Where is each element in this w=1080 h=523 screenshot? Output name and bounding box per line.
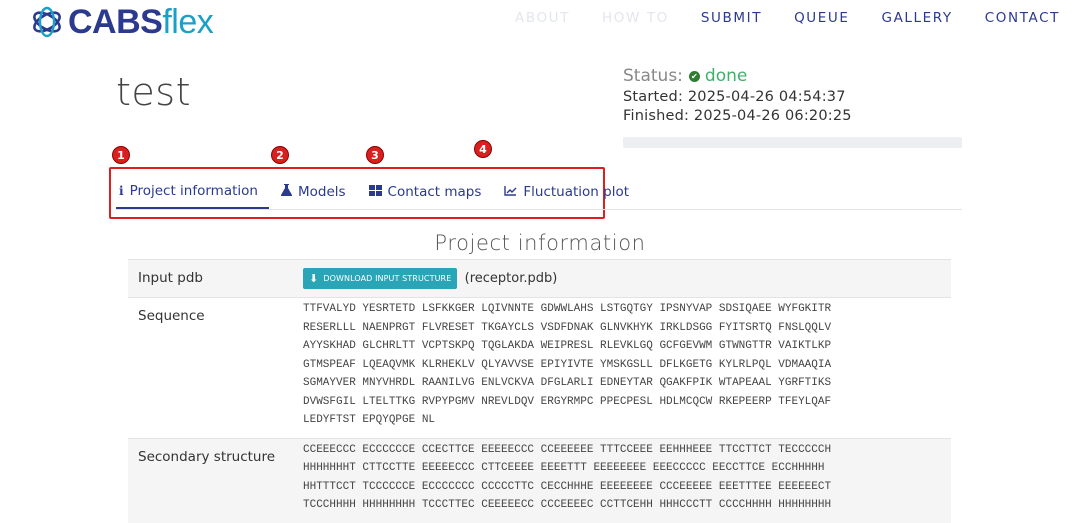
tab-contact-maps[interactable]: Contact maps bbox=[366, 174, 493, 209]
line-chart-icon bbox=[504, 185, 517, 199]
tab-label: Models bbox=[297, 183, 346, 200]
project-info-table: Input pdb ⬇ DOWNLOAD INPUT STRUCTURE (re… bbox=[128, 259, 951, 523]
row-label: Input pdb bbox=[128, 259, 293, 298]
tab-bar: i Project information Models Contact map… bbox=[116, 174, 649, 209]
nav-about[interactable]: ABOUT bbox=[515, 10, 570, 26]
logo-wordmark: CABSflex bbox=[68, 3, 214, 41]
secondary-structure-text: CCEEECCC ECCCCCCE CCECTTCE EEEEECCC CCEE… bbox=[293, 437, 951, 523]
download-button-label: DOWNLOAD INPUT STRUCTURE bbox=[323, 274, 452, 283]
nav-queue[interactable]: QUEUE bbox=[794, 10, 849, 26]
annotation-badge-2: 2 bbox=[271, 146, 289, 164]
logo-icon bbox=[33, 6, 61, 38]
tab-divider bbox=[116, 209, 962, 210]
info-icon: i bbox=[119, 183, 124, 198]
logo-cabs: CABS bbox=[68, 3, 163, 41]
tab-label: Project information bbox=[129, 182, 258, 199]
row-label: Sequence bbox=[128, 297, 293, 438]
tab-project-information[interactable]: i Project information bbox=[116, 174, 269, 209]
finished-time: Finished: 2025-04-26 06:20:25 bbox=[623, 108, 852, 124]
table-row-secondary-structure: Secondary structure CCEEECCC ECCCCCCE CC… bbox=[128, 437, 951, 523]
nav-gallery[interactable]: GALLERY bbox=[882, 10, 953, 26]
check-circle-icon: ✔ bbox=[688, 70, 700, 82]
download-icon: ⬇ bbox=[309, 272, 319, 285]
download-input-structure-button[interactable]: ⬇ DOWNLOAD INPUT STRUCTURE bbox=[303, 268, 458, 289]
table-row-sequence: Sequence TTFVALYD YESRTETD LSFKKGER LQIV… bbox=[128, 297, 951, 438]
row-value: ⬇ DOWNLOAD INPUT STRUCTURE (receptor.pdb… bbox=[293, 259, 951, 298]
row-label: Secondary structure bbox=[128, 437, 293, 523]
tab-label: Fluctuation plot bbox=[523, 183, 630, 200]
top-nav: ABOUT HOW TO SUBMIT QUEUE GALLERY CONTAC… bbox=[483, 10, 1060, 26]
tab-models[interactable]: Models bbox=[278, 174, 357, 209]
flask-icon bbox=[280, 184, 292, 199]
status-line: Status: ✔ done bbox=[623, 66, 852, 86]
sequence-text: TTFVALYD YESRTETD LSFKKGER LQIVNNTE GDWW… bbox=[293, 297, 951, 438]
nav-contact[interactable]: CONTACT bbox=[985, 10, 1060, 26]
tab-label: Contact maps bbox=[387, 183, 482, 200]
annotation-badge-1: 1 bbox=[112, 146, 130, 164]
annotation-badge-4: 4 bbox=[474, 140, 492, 158]
progress-bar bbox=[623, 137, 962, 148]
nav-submit[interactable]: SUBMIT bbox=[701, 10, 762, 26]
input-filename: (receptor.pdb) bbox=[464, 271, 558, 286]
grid-icon bbox=[368, 184, 382, 199]
status-block: Status: ✔ done Started: 2025-04-26 04:54… bbox=[623, 66, 852, 124]
status-value: done bbox=[704, 66, 748, 86]
section-title: Project information bbox=[434, 231, 646, 255]
table-row-input-pdb: Input pdb ⬇ DOWNLOAD INPUT STRUCTURE (re… bbox=[128, 259, 951, 298]
nav-how-to[interactable]: HOW TO bbox=[602, 10, 669, 26]
logo-flex: flex bbox=[162, 3, 214, 41]
tab-fluctuation-plot[interactable]: Fluctuation plot bbox=[501, 174, 640, 209]
project-title: test bbox=[116, 70, 191, 114]
started-time: Started: 2025-04-26 04:54:37 bbox=[623, 89, 846, 105]
logo[interactable]: CABSflex bbox=[30, 2, 214, 42]
status-label: Status: bbox=[623, 66, 683, 86]
annotation-badge-3: 3 bbox=[366, 146, 384, 164]
